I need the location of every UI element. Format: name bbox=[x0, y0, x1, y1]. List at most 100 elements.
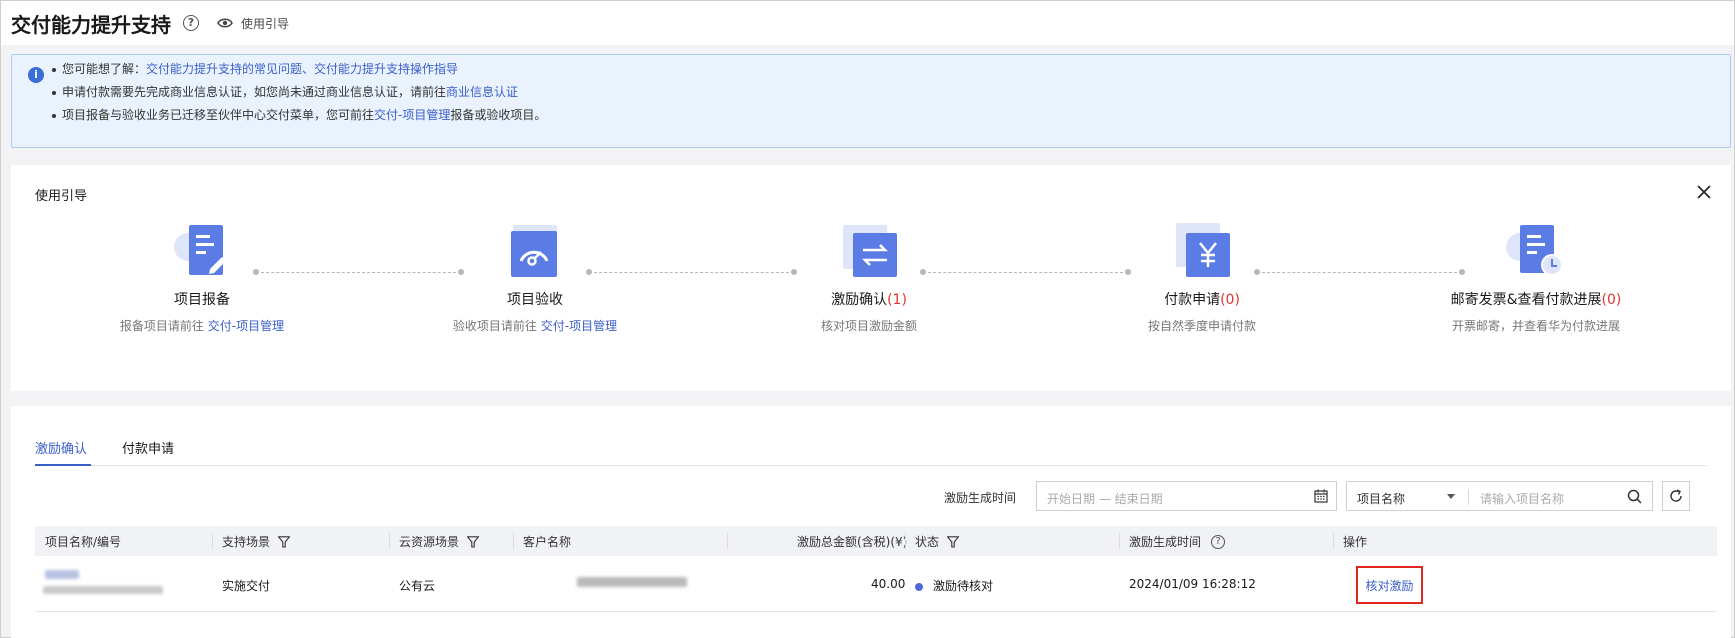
column-separator bbox=[1119, 533, 1120, 549]
filter-icon[interactable] bbox=[467, 535, 480, 548]
banner-text: 报备或验收项目。 bbox=[450, 108, 547, 122]
col-label: 支持场景 bbox=[222, 535, 271, 549]
step-name: 激励确认(1) bbox=[759, 289, 979, 309]
usage-guide-label: 使用引导 bbox=[241, 16, 290, 31]
col-label: 状态 bbox=[915, 535, 940, 549]
main-card: 激励确认 付款申请 激励生成时间 开始日期 — 结束日期 项目名称 请输入项目名… bbox=[11, 406, 1731, 638]
col-label: 客户名称 bbox=[523, 535, 572, 549]
step-project-acceptance: 项目验收 验收项目请前往 交付-项目管理 bbox=[425, 221, 645, 334]
tab-payment-apply[interactable]: 付款申请 bbox=[122, 438, 174, 457]
column-separator bbox=[905, 533, 906, 549]
filter-icon[interactable] bbox=[278, 535, 291, 548]
tab-incentive-confirm[interactable]: 激励确认 bbox=[35, 438, 87, 457]
tab-bar: 激励确认 付款申请 bbox=[35, 426, 1707, 466]
faq-link[interactable]: 交付能力提升支持的常见问题 bbox=[146, 62, 302, 76]
cell-generated-time: 2024/01/09 16:28:12 bbox=[1129, 577, 1256, 591]
question-circle-icon[interactable]: ? bbox=[183, 15, 199, 31]
column-separator bbox=[513, 533, 514, 549]
column-separator bbox=[389, 533, 390, 549]
step-name: 项目报备 bbox=[92, 289, 312, 309]
guide-title: 使用引导 bbox=[35, 189, 88, 204]
column-separator bbox=[727, 533, 728, 549]
step-desc-text: 按自然季度申请付款 bbox=[1147, 319, 1256, 333]
calendar-icon[interactable] bbox=[1314, 489, 1328, 503]
step-name-text: 付款申请 bbox=[1164, 292, 1221, 308]
usage-guide-panel: 使用引导 项目报备 报备项目请前往 交付-项目管理 项目验收 验收项目请前往 交… bbox=[11, 165, 1731, 391]
step-link-project-management[interactable]: 交付-项目管理 bbox=[208, 319, 284, 333]
filter-icon[interactable] bbox=[947, 535, 960, 548]
refresh-icon bbox=[1670, 489, 1682, 502]
status-text: 激励待核对 bbox=[933, 579, 994, 593]
business-cert-link[interactable]: 商业信息认证 bbox=[446, 85, 518, 99]
cell-amount: 40.00 bbox=[871, 577, 906, 591]
step-link-project-management[interactable]: 交付-项目管理 bbox=[541, 319, 617, 333]
column-separator bbox=[212, 533, 213, 549]
app-frame: 交付能力提升支持 ? 使用引导 i 您可能想了解：交付能力提升支持的常见问题、交… bbox=[0, 0, 1735, 638]
step-desc: 开票邮寄，并查看华为付款进展 bbox=[1426, 317, 1646, 334]
step-desc: 按自然季度申请付款 bbox=[1092, 317, 1312, 334]
eye-icon bbox=[217, 18, 233, 28]
step-count: (1) bbox=[887, 292, 907, 308]
banner-text: 申请付款需要先完成商业信息认证，如您尚未通过商业信息认证，请前往 bbox=[62, 85, 447, 99]
cell-cloud-scenario: 公有云 bbox=[399, 579, 436, 593]
status-dot bbox=[915, 582, 923, 591]
col-label: 项目名称/编号 bbox=[45, 535, 122, 549]
step-desc-text: 核对项目激励金额 bbox=[820, 319, 917, 333]
search-input[interactable]: 请输入项目名称 bbox=[1480, 490, 1564, 507]
step-name: 项目验收 bbox=[425, 289, 645, 309]
step-desc: 报备项目请前往 交付-项目管理 bbox=[92, 317, 312, 334]
step-name: 付款申请(0) bbox=[1092, 289, 1312, 309]
info-banner: i 您可能想了解：交付能力提升支持的常见问题、交付能力提升支持操作指导 申请付款… bbox=[11, 54, 1731, 148]
operation-guide-link[interactable]: 交付能力提升支持操作指导 bbox=[314, 62, 458, 76]
usage-guide-link[interactable]: 使用引导 bbox=[217, 15, 289, 32]
action-highlight-box: 核对激励 bbox=[1356, 566, 1423, 604]
date-filter-label: 激励生成时间 bbox=[944, 491, 1017, 505]
step-name-text: 激励确认 bbox=[831, 292, 888, 308]
page-title: 交付能力提升支持 bbox=[11, 12, 171, 37]
date-range-input[interactable]: 开始日期 — 结束日期 bbox=[1036, 481, 1337, 511]
step-desc-text: 验收项目请前往 bbox=[452, 319, 541, 333]
table-header: 项目名称/编号 支持场景 云资源场景 客户名称 激励总金额(含税)(¥) 状态 bbox=[35, 526, 1717, 556]
col-support-scenario: 支持场景 bbox=[222, 533, 291, 550]
chevron-down-icon[interactable] bbox=[1447, 494, 1455, 499]
step-count: (0) bbox=[1601, 292, 1622, 308]
step-name-text: 项目验收 bbox=[507, 292, 563, 308]
cell-status: 激励待核对 bbox=[915, 577, 993, 594]
verify-incentive-link[interactable]: 核对激励 bbox=[1365, 577, 1413, 594]
divider bbox=[1468, 489, 1469, 505]
banner-text: 项目报备与验收业务已迁移至伙伴中心交付菜单，您可前往 bbox=[62, 108, 375, 122]
banner-text: 您可能想了解： bbox=[62, 62, 147, 76]
redacted-project-name[interactable] bbox=[45, 570, 79, 579]
column-separator bbox=[1333, 533, 1334, 549]
col-generated-time: 激励生成时间 ? bbox=[1129, 533, 1226, 550]
filter-bar: 激励生成时间 开始日期 — 结束日期 项目名称 请输入项目名称 bbox=[11, 481, 1731, 511]
active-tab-indicator bbox=[35, 464, 91, 466]
step-name-text: 项目报备 bbox=[174, 292, 230, 308]
banner-separator: 、 bbox=[302, 62, 315, 76]
search-field-select[interactable]: 项目名称 bbox=[1357, 490, 1405, 507]
cell-support-scenario: 实施交付 bbox=[222, 579, 271, 593]
col-label: 操作 bbox=[1343, 535, 1368, 549]
document-clock-icon bbox=[1506, 221, 1566, 281]
step-invoice-progress: 邮寄发票&查看付款进展(0) 开票邮寄，并查看华为付款进展 bbox=[1426, 221, 1646, 334]
redacted-customer-name bbox=[577, 577, 687, 587]
step-desc: 核对项目激励金额 bbox=[759, 317, 979, 334]
banner-line-1: 您可能想了解：交付能力提升支持的常见问题、交付能力提升支持操作指导 bbox=[52, 60, 458, 78]
page-header: 交付能力提升支持 ? 使用引导 bbox=[1, 1, 1734, 45]
table-row: 实施交付 公有云 40.00 激励待核对 2024/01/09 16:28:12… bbox=[35, 556, 1717, 612]
redacted-project-code bbox=[43, 586, 163, 594]
gauge-icon bbox=[505, 221, 565, 281]
banner-line-2: 申请付款需要先完成商业信息认证，如您尚未通过商业信息认证，请前往商业信息认证 bbox=[52, 83, 518, 101]
question-circle-icon[interactable]: ? bbox=[1211, 534, 1226, 549]
col-cloud-scenario: 云资源场景 bbox=[399, 533, 480, 550]
step-incentive-confirm: 激励确认(1) 核对项目激励金额 bbox=[759, 221, 979, 334]
project-management-link[interactable]: 交付-项目管理 bbox=[374, 108, 450, 122]
refresh-button[interactable] bbox=[1662, 481, 1690, 511]
col-status: 状态 bbox=[915, 533, 960, 550]
col-label: 激励总金额(含税)(¥) bbox=[797, 535, 908, 549]
step-desc: 验收项目请前往 交付-项目管理 bbox=[425, 317, 645, 334]
exchange-arrows-icon bbox=[839, 221, 899, 281]
close-icon[interactable] bbox=[1697, 185, 1711, 199]
col-actions: 操作 bbox=[1343, 533, 1367, 550]
search-icon[interactable] bbox=[1627, 489, 1642, 504]
